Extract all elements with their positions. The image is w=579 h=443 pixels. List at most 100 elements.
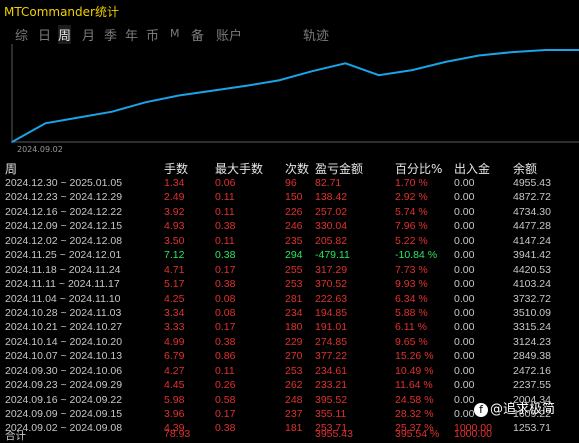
chart-point (111, 110, 113, 113)
row-flow: 0.00 (454, 292, 475, 305)
table-row[interactable]: 2024.11.25 ~ 2024.12.01 7.12 0.38 294 -479.1… (0, 248, 579, 262)
tab-symbol[interactable]: 币 (146, 25, 159, 44)
row-count: 226 (285, 205, 303, 218)
row-period: 2024.10.14 ~ 2024.10.20 (5, 335, 123, 348)
row-percent: 24.58 % (395, 393, 434, 406)
total-pnl: 3955.43 (315, 428, 353, 440)
row-flow: 0.00 (454, 205, 475, 218)
table-row[interactable]: 2024.12.09 ~ 2024.12.15 4.93 0.38 246 330.04… (0, 219, 579, 233)
row-balance: 3510.09 (513, 306, 551, 319)
row-count: 150 (285, 191, 303, 204)
chart-point (177, 94, 180, 97)
row-flow: 0.00 (454, 234, 475, 247)
row-count: 255 (285, 263, 303, 276)
row-count: 270 (285, 350, 303, 363)
table-row[interactable]: 2024.10.21 ~ 2024.10.27 3.33 0.17 180 191.01… (0, 320, 579, 334)
row-percent: 28.32 % (395, 408, 434, 420)
row-period: 2024.12.30 ~ 2025.01.05 (5, 177, 123, 189)
header-flow[interactable]: 出入金 (454, 160, 490, 177)
header-pnl[interactable]: 盈亏金额 (315, 160, 363, 177)
tab-overview[interactable]: 综 (15, 25, 28, 44)
row-pnl: 138.42 (315, 191, 348, 204)
table-header: 周 手数 最大手数 次数 盈亏金额 百分比% 出入金 余额 (0, 160, 579, 176)
row-balance: 4103.24 (513, 278, 551, 291)
total-row: 合计 78.93 3955.43 395.54 % 1000.00 (0, 428, 579, 442)
table-row[interactable]: 2024.12.02 ~ 2024.12.08 3.50 0.11 235 205.82… (0, 234, 579, 248)
header-count[interactable]: 次数 (285, 160, 309, 177)
row-period: 2024.11.11 ~ 2024.11.17 (5, 278, 120, 291)
row-percent: 5.74 % (395, 205, 428, 218)
row-balance: 3732.72 (513, 292, 551, 305)
chart-point (511, 51, 514, 53)
row-lots: 4.71 (164, 263, 185, 276)
row-balance: 4420.53 (513, 263, 551, 276)
row-count: 253 (285, 278, 303, 291)
row-max-lots: 0.17 (215, 263, 236, 276)
table-row[interactable]: 2024.12.16 ~ 2024.12.22 3.92 0.11 226 257.02… (0, 205, 579, 219)
tab-weekly[interactable]: 周 (58, 25, 72, 44)
row-percent: 15.26 % (395, 350, 434, 363)
table-row[interactable]: 2024.11.18 ~ 2024.11.24 4.71 0.17 255 317.29… (0, 263, 579, 277)
chart-point (211, 89, 213, 92)
chart-point (378, 74, 380, 77)
tab-daily[interactable]: 日 (38, 25, 51, 44)
row-period: 2024.09.23 ~ 2024.09.29 (5, 379, 123, 392)
tab-monthly[interactable]: 月 (82, 25, 95, 44)
table-row[interactable]: 2024.12.23 ~ 2024.12.29 2.49 0.11 150 138.42… (0, 190, 579, 204)
tab-magic[interactable]: M (170, 27, 180, 40)
row-flow: 0.00 (454, 350, 475, 363)
table-row[interactable]: 2024.12.30 ~ 2025.01.05 1.34 0.06 96 82.71 1.… (0, 176, 579, 190)
table-row[interactable]: 2024.10.14 ~ 2024.10.20 4.99 0.38 229 274.85… (0, 335, 579, 349)
row-count: 253 (285, 364, 303, 377)
row-pnl: 395.52 (315, 393, 348, 406)
row-count: 235 (285, 234, 303, 247)
row-pnl: 234.61 (315, 364, 348, 377)
chart-point (278, 79, 280, 82)
row-percent: 6.11 % (395, 321, 427, 334)
table-row[interactable]: 2024.09.23 ~ 2024.09.29 4.45 0.26 262 233.21… (0, 378, 579, 392)
table-row[interactable]: 2024.11.04 ~ 2024.11.10 4.25 0.08 281 222.63… (0, 292, 579, 306)
row-pnl: 222.63 (315, 292, 348, 305)
tab-quarterly[interactable]: 季 (104, 25, 117, 44)
row-lots: 3.96 (164, 408, 185, 420)
table-row[interactable]: 2024.09.30 ~ 2024.10.06 4.27 0.11 253 234.61… (0, 364, 579, 378)
header-week[interactable]: 周 (5, 160, 17, 177)
row-max-lots: 0.11 (215, 205, 235, 218)
header-lots[interactable]: 手数 (164, 160, 188, 177)
row-period: 2024.12.09 ~ 2024.12.15 (5, 220, 123, 233)
tab-yearly[interactable]: 年 (125, 25, 138, 44)
row-period: 2024.09.16 ~ 2024.09.22 (5, 393, 123, 406)
row-flow: 0.00 (454, 263, 475, 276)
row-flow: 0.00 (454, 220, 475, 233)
header-max-lots[interactable]: 最大手数 (215, 160, 263, 177)
row-max-lots: 0.38 (215, 278, 236, 291)
row-percent: -10.84 % (395, 249, 438, 262)
tab-trajectory[interactable]: 轨迹 (303, 25, 329, 44)
row-period: 2024.12.16 ~ 2024.12.22 (5, 205, 123, 218)
row-balance: 2849.38 (513, 350, 551, 363)
chart-start-label: 2024.09.02 (17, 145, 63, 154)
row-flow: 0.00 (454, 249, 475, 262)
row-flow: 0.00 (454, 177, 475, 189)
row-percent: 10.49 % (395, 364, 434, 377)
tab-notes[interactable]: 备 (191, 25, 204, 44)
tab-account[interactable]: 账户 (216, 25, 242, 44)
row-max-lots: 0.06 (215, 177, 236, 189)
row-pnl: 191.01 (315, 321, 348, 334)
row-pnl: 370.52 (315, 278, 348, 291)
header-balance[interactable]: 余额 (513, 160, 537, 177)
row-count: 234 (285, 306, 303, 319)
row-count: 96 (285, 177, 297, 189)
table-row[interactable]: 2024.11.11 ~ 2024.11.17 5.17 0.38 253 370.52… (0, 277, 579, 291)
chart-point (77, 116, 80, 119)
row-period: 2024.09.09 ~ 2024.09.15 (5, 408, 123, 420)
row-max-lots: 0.38 (215, 220, 236, 233)
row-balance: 4955.43 (513, 177, 551, 189)
table-row[interactable]: 2024.10.28 ~ 2024.11.03 3.34 0.08 234 194.85… (0, 306, 579, 320)
header-percent[interactable]: 百分比% (395, 160, 442, 177)
table-row[interactable]: 2024.10.07 ~ 2024.10.13 6.79 0.86 270 377.22… (0, 349, 579, 363)
row-percent: 1.70 % (395, 177, 428, 189)
row-max-lots: 0.11 (215, 234, 235, 247)
row-lots: 1.34 (164, 177, 185, 189)
row-max-lots: 0.08 (215, 292, 236, 305)
